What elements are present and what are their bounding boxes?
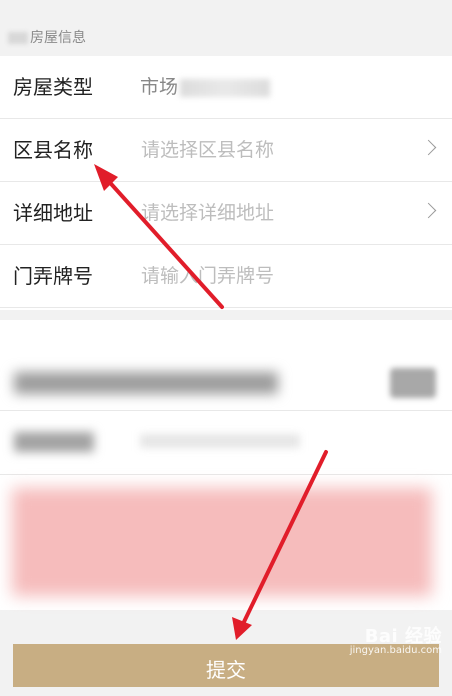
- divider: [0, 474, 452, 475]
- redacted-label: [14, 432, 94, 452]
- divider: [0, 410, 452, 411]
- house-info-form: 房屋类型 市场 区县名称 请选择区县名称 详细地址 请选择详细地址 门弄牌号 请…: [0, 56, 452, 310]
- door-number-input[interactable]: 请输入门弄牌号: [141, 245, 274, 308]
- watermark: Bai 经验 jingyan.baidu.com: [349, 626, 442, 658]
- chevron-right-icon: [420, 139, 437, 156]
- row-district[interactable]: 区县名称 请选择区县名称: [0, 119, 452, 182]
- house-type-label: 房屋类型: [13, 75, 93, 99]
- section-title: 房屋信息: [30, 30, 86, 46]
- section-header: 房屋信息: [0, 22, 452, 54]
- address-label: 详细地址: [13, 201, 93, 225]
- redacted-value: [180, 78, 271, 97]
- chevron-right-icon: [420, 202, 437, 219]
- redacted-content: [12, 488, 432, 596]
- redacted-field: [14, 372, 278, 394]
- row-door-number[interactable]: 门弄牌号 请输入门弄牌号: [0, 245, 452, 308]
- redacted-placeholder: [140, 434, 300, 448]
- redacted-button: [390, 368, 436, 398]
- watermark-url: jingyan.baidu.com: [349, 645, 442, 656]
- row-address[interactable]: 详细地址 请选择详细地址: [0, 182, 452, 245]
- arrow-head: [232, 617, 252, 640]
- watermark-logo: Bai 经验: [364, 626, 442, 647]
- district-placeholder: 请选择区县名称: [141, 139, 275, 161]
- door-number-label: 门弄牌号: [13, 264, 93, 288]
- redacted-text: [8, 32, 28, 44]
- row-house-type[interactable]: 房屋类型 市场: [0, 56, 452, 119]
- district-label: 区县名称: [13, 138, 93, 162]
- house-type-value-text: 市场: [140, 76, 179, 98]
- house-type-value: 市场: [140, 56, 271, 119]
- address-placeholder: 请选择详细地址: [141, 202, 275, 224]
